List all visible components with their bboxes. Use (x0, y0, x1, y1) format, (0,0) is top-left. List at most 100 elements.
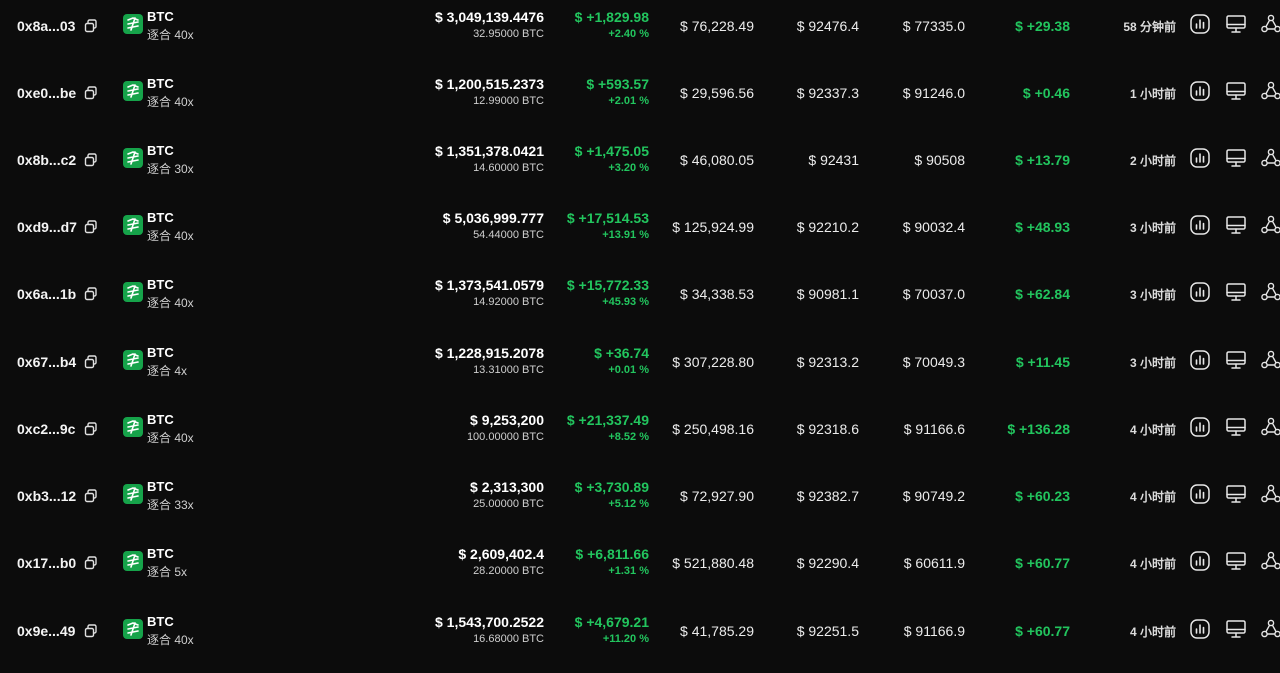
table-row[interactable]: 0xd9...d7 BTC 逐合 40x $ 5,036,999.777 54.… (0, 201, 1280, 268)
funding-fee: $ +60.77 (1015, 623, 1070, 639)
copy-icon[interactable] (84, 489, 98, 503)
monitor-icon[interactable] (1225, 13, 1247, 35)
chart-icon[interactable] (1189, 483, 1211, 505)
wallet-address[interactable]: 0x6a...1b (17, 286, 76, 302)
copy-icon[interactable] (84, 556, 98, 570)
copy-icon[interactable] (84, 19, 98, 33)
share-icon[interactable] (1260, 147, 1280, 169)
liquidation-price: $ 90749.2 (902, 488, 965, 504)
pnl-percent: +1.31 % (608, 565, 649, 577)
chart-icon[interactable] (1189, 550, 1211, 572)
monitor-icon[interactable] (1225, 550, 1247, 572)
wallet-address[interactable]: 0x8a...03 (17, 18, 75, 34)
table-row[interactable]: 0xe0...be BTC 逐合 40x $ 1,200,515.2373 12… (0, 67, 1280, 134)
open-time: 3 小时前 (1129, 288, 1176, 302)
monitor-icon[interactable] (1225, 147, 1247, 169)
position-quantity: 12.99000 BTC (473, 95, 544, 107)
unrealized-pnl: $ +21,337.49 (566, 412, 649, 428)
share-icon[interactable] (1260, 349, 1280, 371)
open-time: 3 小时前 (1129, 221, 1176, 235)
share-icon[interactable] (1260, 483, 1280, 505)
pnl-percent: +2.40 % (608, 28, 649, 40)
monitor-icon[interactable] (1225, 281, 1247, 303)
monitor-icon[interactable] (1225, 618, 1247, 640)
wallet-address[interactable]: 0x67...b4 (17, 354, 76, 370)
wallet-address[interactable]: 0x9e...49 (17, 623, 75, 639)
liquidation-price: $ 90508 (914, 152, 965, 168)
chart-icon[interactable] (1189, 147, 1211, 169)
table-row[interactable]: 0x67...b4 BTC 逐合 4x $ 1,228,915.2078 13.… (0, 336, 1280, 403)
pnl-percent: +5.12 % (608, 498, 649, 510)
position-quantity: 32.95000 BTC (473, 28, 544, 40)
table-row[interactable]: 0x8a...03 BTC 逐合 40x $ 3,049,139.4476 32… (0, 0, 1280, 67)
funding-fee: $ +136.28 (1007, 421, 1070, 437)
chart-icon[interactable] (1189, 281, 1211, 303)
unrealized-pnl: $ +1,829.98 (574, 9, 649, 25)
monitor-icon[interactable] (1225, 349, 1247, 371)
share-icon[interactable] (1260, 550, 1280, 572)
monitor-icon[interactable] (1225, 80, 1247, 102)
wallet-address[interactable]: 0xc2...9c (17, 421, 75, 437)
pnl-percent: +2.01 % (608, 95, 649, 107)
position-quantity: 100.00000 BTC (466, 431, 544, 443)
position-quantity: 14.92000 BTC (473, 296, 544, 308)
btc-logo-icon (123, 484, 143, 504)
copy-icon[interactable] (84, 220, 98, 234)
btc-logo-icon (123, 215, 143, 235)
position-quantity: 13.31000 BTC (473, 364, 544, 376)
share-icon[interactable] (1260, 281, 1280, 303)
share-icon[interactable] (1260, 13, 1280, 35)
copy-icon[interactable] (84, 287, 98, 301)
btc-logo-icon (123, 81, 143, 101)
pnl-percent: +11.20 % (602, 633, 649, 645)
table-row[interactable]: 0xb3...12 BTC 逐合 33x $ 2,313,300 25.0000… (0, 470, 1280, 537)
liquidation-price: $ 70037.0 (902, 286, 965, 302)
table-row[interactable]: 0xc2...9c BTC 逐合 40x $ 9,253,200 100.000… (0, 403, 1280, 470)
copy-icon[interactable] (84, 355, 98, 369)
funding-fee: $ +62.84 (1015, 286, 1070, 302)
wallet-address[interactable]: 0xe0...be (17, 85, 76, 101)
liquidation-price: $ 70049.3 (902, 354, 965, 370)
share-icon[interactable] (1260, 214, 1280, 236)
chart-icon[interactable] (1189, 416, 1211, 438)
open-time: 3 小时前 (1129, 356, 1176, 370)
position-quantity: 25.00000 BTC (473, 498, 544, 510)
table-row[interactable]: 0x6a...1b BTC 逐合 40x $ 1,373,541.0579 14… (0, 268, 1280, 335)
margin-value: $ 46,080.05 (680, 152, 754, 168)
table-row[interactable]: 0x8b...c2 BTC 逐合 30x $ 1,351,378.0421 14… (0, 134, 1280, 201)
table-row[interactable]: 0x17...b0 BTC 逐合 5x $ 2,609,402.4 28.200… (0, 537, 1280, 604)
margin-value: $ 76,228.49 (680, 18, 754, 34)
monitor-icon[interactable] (1225, 214, 1247, 236)
monitor-icon[interactable] (1225, 416, 1247, 438)
copy-icon[interactable] (84, 624, 98, 638)
wallet-address[interactable]: 0x8b...c2 (17, 152, 76, 168)
monitor-icon[interactable] (1225, 483, 1247, 505)
chart-icon[interactable] (1189, 80, 1211, 102)
share-icon[interactable] (1260, 80, 1280, 102)
wallet-address[interactable]: 0xd9...d7 (17, 219, 77, 235)
copy-icon[interactable] (84, 422, 98, 436)
table-row[interactable]: 0x9e...49 BTC 逐合 40x $ 1,543,700.2522 16… (0, 605, 1280, 672)
chart-icon[interactable] (1189, 214, 1211, 236)
share-icon[interactable] (1260, 618, 1280, 640)
copy-icon[interactable] (84, 153, 98, 167)
share-icon[interactable] (1260, 416, 1280, 438)
funding-fee: $ +13.79 (1015, 152, 1070, 168)
funding-fee: $ +60.77 (1015, 555, 1070, 571)
chart-icon[interactable] (1189, 13, 1211, 35)
chart-icon[interactable] (1189, 618, 1211, 640)
leverage-label: 逐合 40x (147, 431, 194, 445)
chart-icon[interactable] (1189, 349, 1211, 371)
open-time: 2 小时前 (1129, 154, 1176, 168)
wallet-address[interactable]: 0x17...b0 (17, 555, 76, 571)
unrealized-pnl: $ +17,514.53 (566, 210, 649, 226)
position-value: $ 9,253,200 (470, 412, 544, 428)
liquidation-price: $ 60611.9 (903, 555, 965, 571)
position-value: $ 5,036,999.777 (442, 210, 544, 226)
open-time: 4 小时前 (1129, 625, 1176, 639)
copy-icon[interactable] (84, 86, 98, 100)
asset-symbol: BTC (147, 210, 174, 225)
pnl-percent: +13.91 % (602, 229, 649, 241)
leverage-label: 逐合 30x (147, 162, 194, 176)
wallet-address[interactable]: 0xb3...12 (17, 488, 76, 504)
